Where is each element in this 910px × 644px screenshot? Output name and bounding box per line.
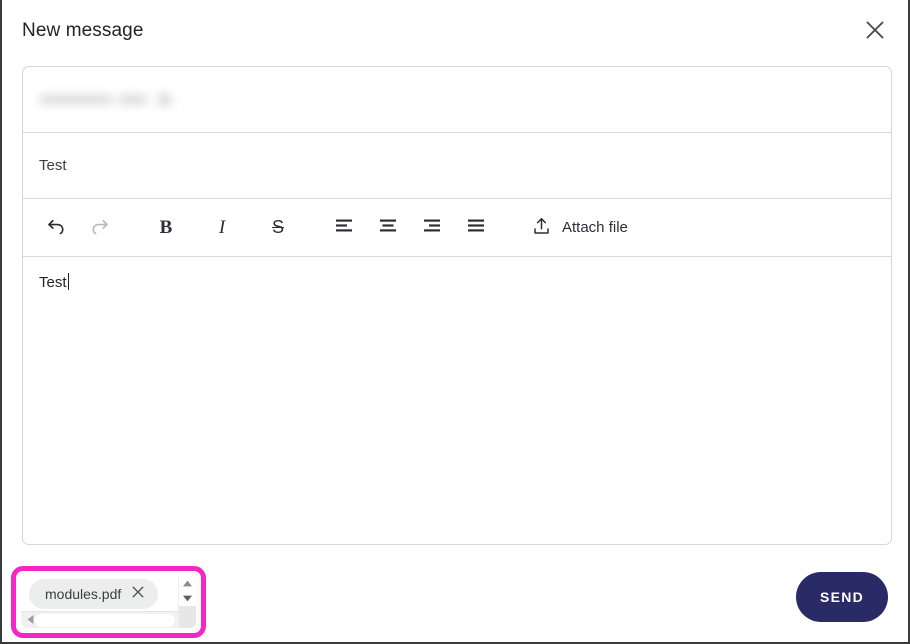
align-right-icon [422, 216, 442, 239]
attachments-scroll-box[interactable]: modules.pdf [21, 576, 196, 628]
horizontal-scrollbar[interactable] [21, 611, 179, 628]
compose-card: B I S [22, 66, 892, 545]
format-toolbar: B I S Attach file [23, 199, 891, 257]
message-body-editor[interactable]: Test [23, 257, 891, 544]
align-right-button[interactable] [415, 211, 449, 245]
dialog-header: New message [2, 0, 908, 62]
italic-icon: I [218, 216, 226, 238]
page-title: New message [22, 20, 144, 41]
redo-icon [89, 215, 111, 240]
scroll-corner [179, 611, 196, 628]
attachment-chip[interactable]: modules.pdf [29, 578, 159, 609]
align-justify-icon [466, 216, 486, 239]
align-left-icon [334, 216, 354, 239]
undo-button[interactable] [39, 211, 73, 245]
strikethrough-icon: S [271, 217, 284, 237]
recipient-field[interactable] [23, 67, 891, 133]
scroll-down-button[interactable] [179, 591, 196, 606]
attachments-highlight: modules.pdf [11, 566, 206, 638]
vertical-scrollbar[interactable] [178, 576, 196, 611]
redo-button[interactable] [83, 211, 117, 245]
recipient-chip-redacted [39, 89, 187, 111]
italic-button[interactable]: I [205, 211, 239, 245]
close-icon [864, 19, 886, 44]
align-center-icon [378, 216, 398, 239]
align-left-button[interactable] [327, 211, 361, 245]
bold-button[interactable]: B [149, 211, 183, 245]
attachment-filename: modules.pdf [45, 585, 122, 602]
align-center-button[interactable] [371, 211, 405, 245]
upload-icon [531, 216, 552, 240]
compose-window: New message Test B I S Attach file Test … [0, 0, 910, 644]
send-button[interactable]: SEND [796, 572, 888, 622]
horizontal-scroll-thumb[interactable] [35, 614, 175, 627]
close-button[interactable] [857, 13, 893, 49]
triangle-up-icon [182, 576, 193, 591]
attach-file-label: Attach file [562, 219, 628, 236]
bold-icon: B [159, 216, 173, 238]
subject-input[interactable] [39, 157, 875, 174]
scroll-up-button[interactable] [179, 576, 196, 591]
text-caret [67, 273, 69, 290]
attachment-remove-button[interactable] [130, 586, 145, 601]
close-icon [131, 585, 145, 602]
attach-file-button[interactable]: Attach file [527, 211, 632, 245]
subject-row [23, 133, 891, 199]
attachment-list: modules.pdf [21, 576, 179, 611]
align-justify-button[interactable] [459, 211, 493, 245]
triangle-left-icon [26, 613, 35, 628]
undo-icon [45, 215, 67, 240]
message-body-text: Test [39, 274, 67, 291]
strikethrough-button[interactable]: S [261, 211, 295, 245]
triangle-down-icon [182, 591, 193, 606]
